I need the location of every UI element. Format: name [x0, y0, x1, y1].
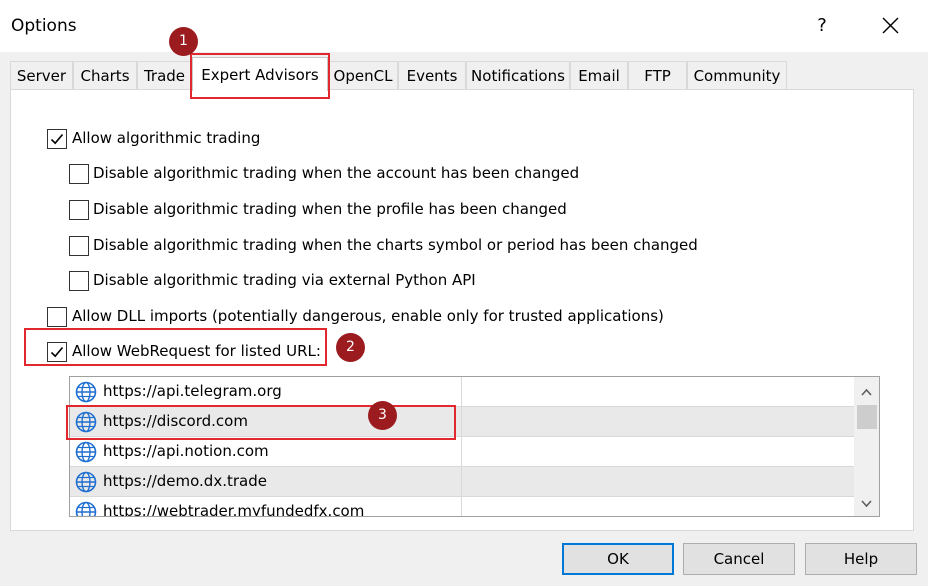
title-bar: Options ? [0, 0, 928, 52]
step-badge-2: 2 [336, 333, 365, 362]
step-badge-1: 1 [169, 27, 198, 56]
globe-icon [75, 471, 97, 493]
globe-icon [75, 441, 97, 463]
help-question-button[interactable]: ? [810, 12, 834, 40]
url-text: https://api.telegram.org [103, 382, 282, 400]
tab-charts[interactable]: Charts [73, 61, 137, 90]
url-text: https://demo.dx.trade [103, 472, 267, 490]
url-list-item[interactable]: https://discord.com [70, 407, 854, 437]
disable-python-api-label: Disable algorithmic trading via external… [93, 271, 476, 289]
disable-on-profile-change-checkbox[interactable] [69, 200, 89, 220]
tab-server[interactable]: Server [10, 61, 73, 90]
url-list-item[interactable]: https://api.notion.com [70, 437, 854, 467]
globe-icon [75, 411, 97, 433]
allow-dll-imports-label: Allow DLL imports (potentially dangerous… [72, 307, 664, 325]
close-icon [882, 17, 899, 34]
step-badge-3: 3 [368, 401, 397, 430]
tab-email[interactable]: Email [570, 61, 628, 90]
window-title: Options [11, 16, 77, 36]
url-list-item[interactable]: https://webtrader.myfundedfx.com [70, 497, 854, 517]
tab-notifications[interactable]: Notifications [466, 61, 570, 90]
allow-dll-imports-checkbox[interactable] [47, 307, 67, 327]
column-divider [461, 407, 462, 436]
scroll-thumb[interactable] [857, 405, 877, 429]
disable-on-profile-change-label: Disable algorithmic trading when the pro… [93, 200, 567, 218]
url-text: https://discord.com [103, 412, 248, 430]
url-text: https://api.notion.com [103, 442, 269, 460]
url-list-item[interactable]: https://demo.dx.trade [70, 467, 854, 497]
disable-on-symbol-change-checkbox[interactable] [69, 236, 89, 256]
disable-python-api-checkbox[interactable] [69, 271, 89, 291]
url-text: https://webtrader.myfundedfx.com [103, 502, 365, 517]
help-button[interactable]: Help [805, 543, 917, 575]
scroll-down-arrow-icon[interactable] [854, 493, 879, 515]
tab-ftp[interactable]: FTP [628, 61, 687, 90]
disable-on-account-change-label: Disable algorithmic trading when the acc… [93, 164, 580, 182]
url-list-scrollbar[interactable] [854, 377, 879, 516]
ok-button[interactable]: OK [562, 543, 674, 575]
allow-webrequest-label: Allow WebRequest for listed URL: [72, 342, 321, 360]
checkmark-icon [50, 133, 64, 145]
checkmark-icon [50, 346, 64, 358]
url-list-item[interactable]: https://api.telegram.org [70, 377, 854, 407]
disable-on-account-change-checkbox[interactable] [69, 164, 89, 184]
globe-icon [75, 501, 97, 516]
column-divider [461, 437, 462, 466]
column-divider [461, 497, 462, 516]
tab-expert-advisors[interactable]: Expert Advisors [192, 57, 328, 91]
column-divider [461, 467, 462, 496]
tab-community[interactable]: Community [687, 61, 787, 90]
tab-opencl[interactable]: OpenCL [328, 61, 398, 90]
allow-algo-trading-checkbox[interactable] [47, 129, 67, 149]
scroll-up-arrow-icon[interactable] [854, 381, 879, 403]
webrequest-url-list[interactable]: https://api.telegram.org https://discord… [69, 376, 880, 517]
close-button[interactable] [876, 12, 906, 40]
tab-events[interactable]: Events [398, 61, 466, 90]
tab-trade[interactable]: Trade [137, 61, 192, 90]
allow-algo-trading-label: Allow algorithmic trading [72, 129, 261, 147]
column-divider [461, 377, 462, 406]
allow-webrequest-checkbox[interactable] [47, 342, 67, 362]
globe-icon [75, 381, 97, 403]
disable-on-symbol-change-label: Disable algorithmic trading when the cha… [93, 236, 698, 254]
cancel-button[interactable]: Cancel [683, 543, 795, 575]
